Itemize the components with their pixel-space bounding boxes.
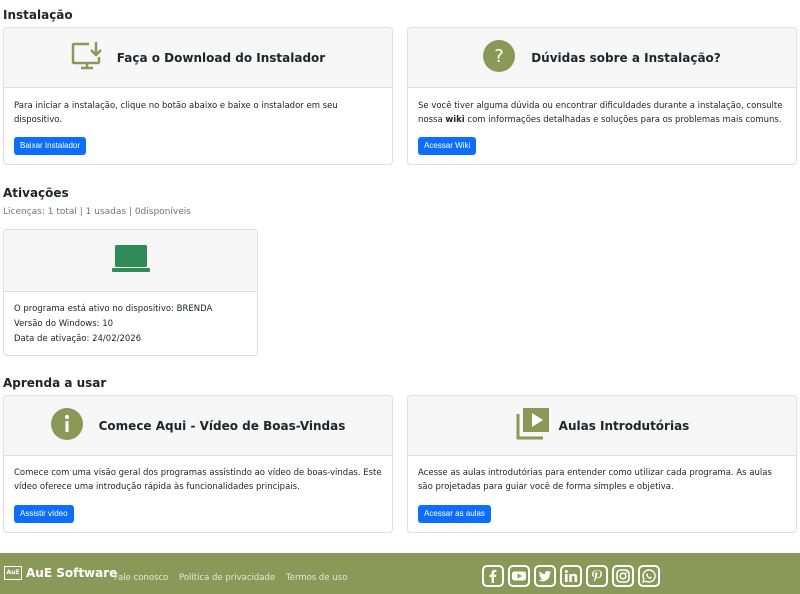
help-card: ? Dúvidas sobre a Instalação? Se você ti… bbox=[407, 27, 797, 165]
section-title-aprenda: Aprenda a usar bbox=[3, 376, 107, 390]
whatsapp-icon[interactable] bbox=[638, 565, 660, 587]
download-card: Faça o Download do Instalador Para inici… bbox=[3, 27, 393, 165]
access-wiki-button[interactable]: Acessar Wiki bbox=[418, 137, 477, 155]
svg-text:?: ? bbox=[494, 46, 504, 67]
footer-link-privacy[interactable]: Política de privacidade bbox=[179, 573, 275, 583]
intro-lessons-card: Aulas Introdutórias Acesse as aulas intr… bbox=[407, 395, 797, 533]
twitter-icon[interactable] bbox=[534, 565, 556, 587]
section-title-instalacao: Instalação bbox=[3, 8, 73, 22]
device-card-header bbox=[4, 230, 257, 292]
help-card-header: ? Dúvidas sobre a Instalação? bbox=[408, 28, 796, 88]
intro-lessons-card-text: Acesse as aulas introdutórias para enten… bbox=[418, 468, 772, 492]
download-card-text: Para iniciar a instalação, clique no bot… bbox=[14, 101, 338, 125]
download-card-title: Faça o Download do Instalador bbox=[116, 50, 326, 65]
instagram-icon[interactable] bbox=[612, 565, 634, 587]
social-icons bbox=[482, 565, 660, 587]
help-card-text: Se você tiver alguma dúvida ou encontrar… bbox=[418, 99, 786, 127]
wiki-emphasis: wiki bbox=[445, 115, 465, 125]
linkedin-icon[interactable] bbox=[560, 565, 582, 587]
access-lessons-button[interactable]: Acessar as aulas bbox=[418, 505, 491, 523]
laptop-icon bbox=[111, 244, 150, 278]
watch-video-button[interactable]: Assistir vídeo bbox=[14, 505, 74, 523]
welcome-video-card-header: Comece Aqui - Vídeo de Boas-Vindas bbox=[4, 396, 392, 456]
intro-lessons-card-title: Aulas Introdutórias bbox=[558, 418, 690, 433]
footer-link-contact[interactable]: Fale conosco bbox=[114, 573, 168, 583]
download-card-header: Faça o Download do Instalador bbox=[4, 28, 392, 88]
facebook-icon[interactable] bbox=[482, 565, 504, 587]
aue-logo-icon: AuE bbox=[4, 566, 22, 580]
help-card-title: Dúvidas sobre a Instalação? bbox=[531, 50, 721, 65]
footer: AuE AuE Software Fale conosco Política d… bbox=[0, 553, 800, 594]
footer-brand[interactable]: AuE AuE Software bbox=[4, 566, 117, 580]
welcome-video-card-text: Comece com uma visão geral dos programas… bbox=[14, 468, 382, 492]
brand-name: AuE Software bbox=[26, 566, 118, 580]
youtube-icon[interactable] bbox=[508, 565, 530, 587]
licenses-summary: Licenças: 1 total | 1 usadas | 0disponív… bbox=[3, 207, 191, 217]
activation-date-text: Data de ativação: 24/02/2026 bbox=[14, 334, 142, 344]
download-monitor-icon bbox=[71, 40, 107, 75]
welcome-video-card-title: Comece Aqui - Vídeo de Boas-Vindas bbox=[98, 418, 346, 433]
device-card: O programa está ativo no dispositivo: BR… bbox=[3, 229, 258, 356]
question-icon: ? bbox=[483, 39, 516, 76]
help-text-part: com informações detalhadas e soluções pa… bbox=[464, 115, 782, 125]
intro-lessons-card-header: Aulas Introdutórias bbox=[408, 396, 796, 456]
section-title-ativacoes: Ativações bbox=[3, 186, 69, 200]
footer-link-terms[interactable]: Termos de uso bbox=[286, 573, 347, 583]
windows-version-text: Versão do Windows: 10 bbox=[14, 319, 114, 329]
device-active-text: O programa está ativo no dispositivo: BR… bbox=[14, 304, 213, 314]
welcome-video-card: Comece Aqui - Vídeo de Boas-Vindas Comec… bbox=[3, 395, 393, 533]
video-library-icon bbox=[515, 407, 549, 444]
pinterest-icon[interactable] bbox=[586, 565, 608, 587]
download-installer-button[interactable]: Baixar Instalador bbox=[14, 137, 87, 155]
info-icon bbox=[50, 407, 83, 444]
device-details: O programa está ativo no dispositivo: BR… bbox=[14, 302, 247, 347]
